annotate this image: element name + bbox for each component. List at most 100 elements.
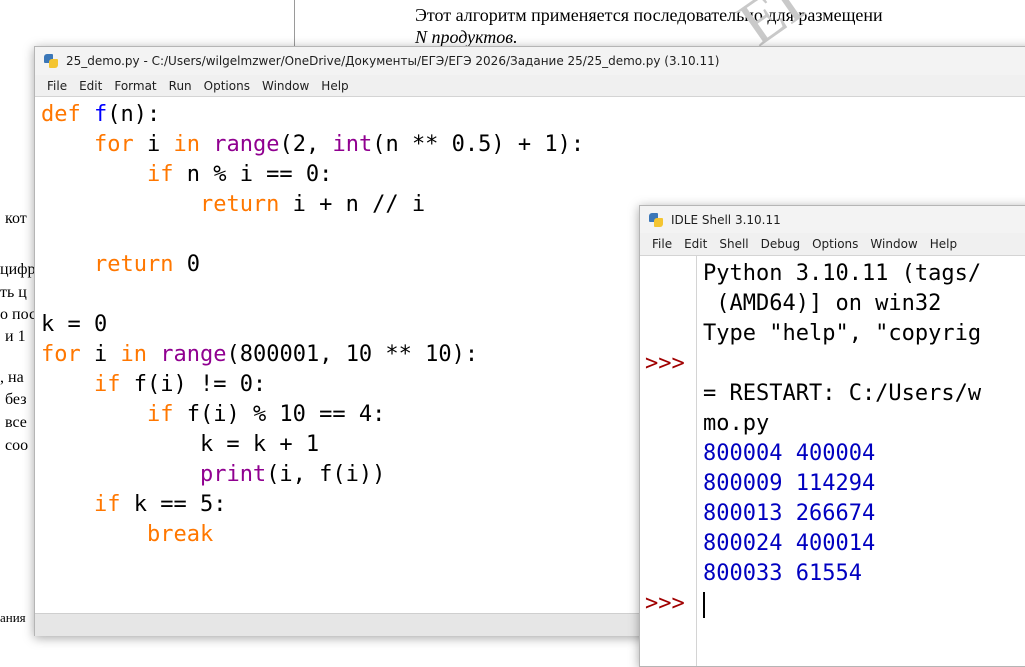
doc-left-fragment: цифр — [0, 261, 36, 278]
prompt-gutter: >>> >>> — [640, 256, 697, 666]
code-token: range — [213, 132, 280, 157]
doc-left-fragment: , на — [0, 369, 24, 386]
code-token: break — [146, 522, 214, 547]
code-line[interactable]: print(i, f(i)) — [41, 460, 584, 490]
code-token: k == 5: — [120, 492, 227, 517]
menu-window[interactable]: Window — [256, 79, 315, 93]
menu-edit[interactable]: Edit — [678, 237, 713, 251]
code-token: print — [199, 462, 267, 487]
code-token: 0 — [173, 252, 200, 277]
shell-line: Python 3.10.11 (tags/ — [703, 261, 982, 286]
shell-result-line: 800009 114294 — [703, 471, 876, 496]
code-token: if — [146, 402, 174, 427]
python-file-icon — [44, 54, 58, 68]
menu-run[interactable]: Run — [163, 79, 198, 93]
menu-file[interactable]: File — [41, 79, 73, 93]
code-token: n % i == 0: — [173, 162, 333, 187]
code-token: if — [93, 492, 121, 517]
code-line[interactable]: return i + n // i — [41, 190, 584, 220]
shell-line: mo.py — [703, 411, 770, 436]
code-line[interactable] — [41, 280, 584, 310]
code-line[interactable]: k = k + 1 — [41, 430, 584, 460]
doc-left-fragment: соо — [5, 437, 29, 454]
code-line[interactable]: for i in range(800001, 10 ** 10): — [41, 340, 584, 370]
editor-titlebar[interactable]: 25_demo.py - C:/Users/wilgelmzwer/OneDri… — [35, 47, 1025, 75]
code-line[interactable]: if k == 5: — [41, 490, 584, 520]
code-token: in — [173, 132, 200, 157]
idle-shell-window[interactable]: IDLE Shell 3.10.11 File Edit Shell Debug… — [639, 205, 1025, 667]
shell-result-line: 800024 400014 — [703, 531, 876, 556]
shell-result-line: 800004 400004 — [703, 441, 876, 466]
code-line[interactable]: if f(i) % 10 == 4: — [41, 400, 584, 430]
code-line[interactable]: if n % i == 0: — [41, 160, 584, 190]
menu-window[interactable]: Window — [864, 237, 923, 251]
code-token: int — [332, 132, 373, 157]
editor-title: 25_demo.py - C:/Users/wilgelmzwer/OneDri… — [66, 54, 720, 68]
code-token: k = k + 1 — [41, 432, 320, 457]
code-line[interactable]: if f(i) != 0: — [41, 370, 584, 400]
code-token: return — [199, 192, 280, 217]
code-token: range — [160, 342, 227, 367]
code-token: i + n // i — [279, 192, 426, 217]
code-token: return — [93, 252, 174, 277]
shell-line: Type "help", "copyrig — [703, 321, 982, 346]
shell-titlebar[interactable]: IDLE Shell 3.10.11 — [640, 206, 1025, 233]
code-token: (n): — [107, 102, 161, 127]
code-line[interactable]: k = 0 — [41, 310, 584, 340]
code-token: def — [41, 102, 81, 127]
menu-options[interactable]: Options — [806, 237, 864, 251]
menu-debug[interactable]: Debug — [755, 237, 806, 251]
code-token: f — [94, 102, 108, 127]
code-line[interactable]: break — [41, 520, 584, 550]
editor-menubar: File Edit Format Run Options Window Help — [35, 75, 1025, 97]
shell-result-line: 800033 61554 — [703, 561, 862, 586]
code-text[interactable]: def f(n): for i in range(2, int(n ** 0.5… — [41, 100, 584, 550]
doc-left-fragment: без — [5, 391, 27, 408]
doc-left-fragment: и 1 — [5, 328, 26, 345]
code-token: (i, f(i)) — [266, 462, 386, 487]
code-token: i — [133, 132, 174, 157]
shell-prompt: >>> — [645, 351, 685, 376]
menu-format[interactable]: Format — [108, 79, 162, 93]
code-token: (n ** 0.5) + 1): — [372, 132, 585, 157]
code-token: (800001, 10 ** 10): — [226, 342, 479, 367]
shell-result-line: 800013 266674 — [703, 501, 876, 526]
code-token: f(i) % 10 == 4: — [173, 402, 386, 427]
code-line[interactable]: for i in range(2, int(n ** 0.5) + 1): — [41, 130, 584, 160]
shell-output[interactable]: Python 3.10.11 (tags/ (AMD64)] on win32 T… — [697, 256, 1025, 666]
code-line[interactable]: return 0 — [41, 250, 584, 280]
code-token: k = 0 — [41, 312, 108, 337]
shell-line: = RESTART: C:/Users/w — [703, 381, 982, 406]
menu-options[interactable]: Options — [198, 79, 256, 93]
code-token: if — [146, 162, 174, 187]
code-token: for — [93, 132, 134, 157]
menu-edit[interactable]: Edit — [73, 79, 108, 93]
page-divider — [294, 0, 295, 48]
code-line[interactable] — [41, 220, 584, 250]
code-token: for — [41, 342, 81, 367]
doc-left-fragment: ания — [0, 610, 26, 625]
doc-left-fragment: кот — [5, 210, 27, 227]
code-token: f(i) != 0: — [120, 372, 267, 397]
shell-prompt-active: >>> — [645, 591, 685, 616]
code-line[interactable]: def f(n): — [41, 100, 584, 130]
menu-help[interactable]: Help — [315, 79, 354, 93]
doc-line-2: N продуктов. — [415, 27, 518, 47]
menu-help[interactable]: Help — [924, 237, 963, 251]
menu-shell[interactable]: Shell — [713, 237, 754, 251]
shell-line: (AMD64)] on win32 — [703, 291, 942, 316]
code-token: in — [120, 342, 148, 367]
menu-file[interactable]: File — [646, 237, 678, 251]
shell-title: IDLE Shell 3.10.11 — [671, 212, 781, 227]
